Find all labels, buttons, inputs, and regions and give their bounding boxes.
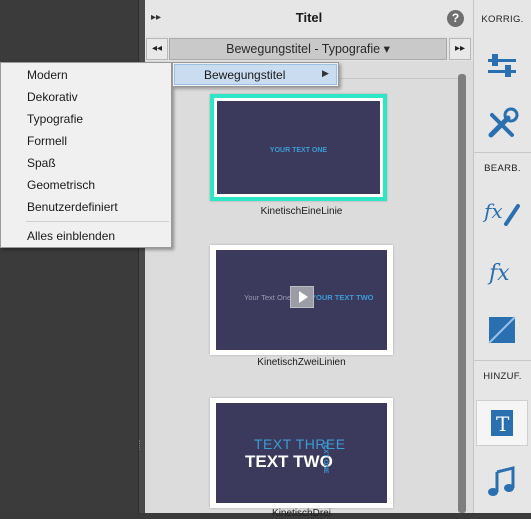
menu-item-formal[interactable]: Formell [27, 134, 67, 148]
next-category-button[interactable]: ▸▸ [449, 38, 471, 60]
music-icon[interactable] [478, 460, 526, 504]
preview-text: YOUR TEXT TWO [311, 293, 374, 302]
thumbnail-caption: KinetischEineLinie [260, 206, 343, 217]
thumbnail-preview: Your Text One YOUR TEXT TWO [216, 250, 387, 350]
title-thumbnail[interactable]: TEXT THREE TEXT TWO TEXT ONE [210, 398, 393, 508]
text-icon[interactable]: T [476, 400, 528, 446]
fx-icon[interactable]: fx [478, 250, 526, 294]
help-icon[interactable]: ? [447, 10, 464, 27]
title-thumbnail[interactable]: Your Text One YOUR TEXT TWO [210, 245, 393, 355]
rail-divider [474, 152, 531, 153]
preview-text: TEXT THREE [254, 436, 346, 452]
fx-edit-icon[interactable]: fx [478, 190, 526, 234]
thumbnail-preview: YOUR TEXT ONE [217, 101, 380, 194]
svg-text:T: T [496, 412, 510, 436]
thumbnail-caption: KinetischDrei [272, 508, 331, 519]
preview-text: TEXT ONE [322, 441, 329, 474]
adjust-sliders-icon[interactable] [478, 44, 526, 88]
section-label-add: HINZUF. [483, 371, 522, 382]
thumbnail-preview: TEXT THREE TEXT TWO TEXT ONE [216, 403, 387, 503]
section-label-correct: KORRIG. [481, 14, 524, 25]
section-label-edit: BEARB. [484, 163, 521, 174]
thumbnail-caption: KinetischZweiLinien [257, 357, 346, 368]
submenu-item-motion-titles[interactable]: Bewegungstitel [204, 68, 285, 82]
title-thumbnail-selected[interactable]: YOUR TEXT ONE [210, 94, 387, 201]
category-dropdown[interactable]: Bewegungstitel - Typografie ▾ [169, 38, 447, 60]
menu-divider [26, 221, 169, 222]
preview-text: TEXT TWO [245, 452, 333, 471]
menu-item-decorative[interactable]: Dekorativ [27, 90, 78, 104]
vertical-scrollbar[interactable] [458, 74, 466, 513]
menu-item-show-all[interactable]: Alles einblenden [27, 229, 115, 243]
tools-icon[interactable] [478, 102, 526, 146]
svg-text:fx: fx [482, 199, 503, 223]
menu-item-fun[interactable]: Spaß [27, 156, 56, 170]
preview-text: YOUR TEXT ONE [269, 147, 328, 154]
panel-title: Titel [295, 10, 323, 25]
previous-category-button[interactable]: ◂◂ [146, 38, 168, 60]
menu-item-custom[interactable]: Benutzerdefiniert [27, 200, 118, 214]
submenu-arrow-icon: ▶ [322, 68, 329, 78]
svg-text:fx: fx [487, 261, 510, 286]
menu-item-modern[interactable]: Modern [27, 68, 68, 82]
transition-icon[interactable] [478, 308, 526, 352]
splitter-grip[interactable] [139, 440, 144, 450]
menu-item-geometric[interactable]: Geometrisch [27, 178, 95, 192]
rail-divider [474, 360, 531, 361]
menu-item-typography[interactable]: Typografie [27, 112, 83, 126]
play-icon [299, 291, 308, 303]
preview-text: Your Text One [244, 293, 292, 302]
